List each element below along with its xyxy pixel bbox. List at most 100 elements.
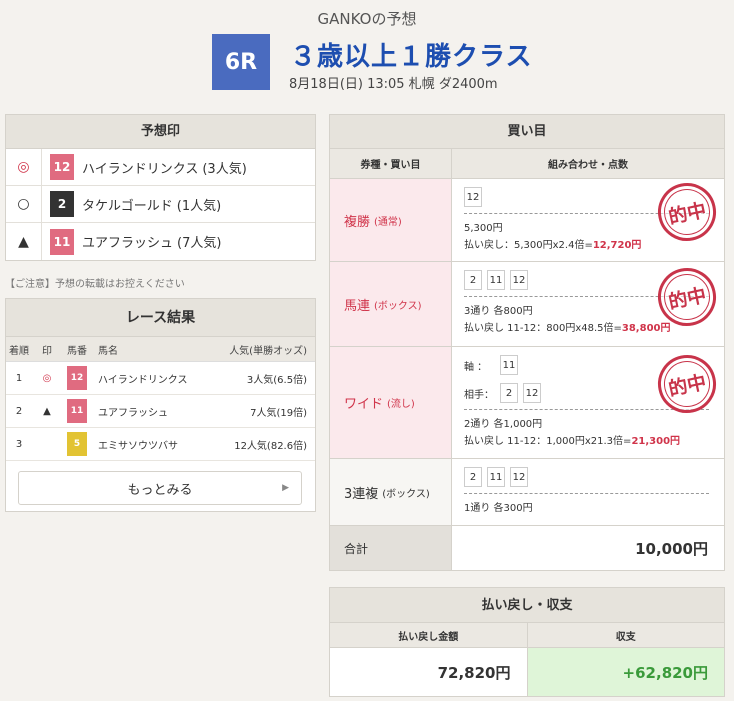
summary-values: 72,820円 +62,820円 bbox=[330, 648, 724, 696]
bet-count: 2通り 各1,000円 bbox=[464, 419, 543, 430]
bet-type-sub: (ボックス) bbox=[382, 488, 430, 500]
summary-header: 払い戻し金額 収支 bbox=[330, 623, 724, 648]
prediction-title: 予想印 bbox=[6, 115, 315, 149]
horse-popularity: 12人気(82.6倍) bbox=[234, 440, 307, 452]
bet-type: 複勝 (通常) bbox=[330, 179, 452, 261]
bet-number: 12 bbox=[510, 270, 528, 290]
horse-number: 11 bbox=[50, 228, 74, 255]
bet-number: 2 bbox=[464, 270, 482, 290]
bet-number: 12 bbox=[510, 467, 528, 487]
bet-row-sanrenpuku: 3連複 (ボックス) 2 11 12 1通り 各300円 bbox=[330, 459, 724, 526]
race-number-badge: 6R bbox=[212, 34, 270, 90]
bet-type-label: 複勝 bbox=[344, 214, 371, 230]
horse-number: 2 bbox=[50, 191, 74, 217]
horse-number: 5 bbox=[67, 432, 87, 456]
bet-number: 11 bbox=[500, 355, 518, 375]
bet-row-fukusho: 複勝 (通常) 12 5,300円 払い戻し：5,300円x2.4倍=12,72… bbox=[330, 177, 724, 262]
bet-number: 11 bbox=[487, 467, 505, 487]
bet-number: 11 bbox=[487, 270, 505, 290]
triangle-mark: ▲ bbox=[6, 223, 42, 260]
race-title: ３歳以上１勝クラス bbox=[290, 42, 533, 72]
bet-detail: 12 5,300円 払い戻し：5,300円x2.4倍=12,720円 的中 bbox=[452, 177, 724, 261]
bet-number: 2 bbox=[464, 467, 482, 487]
bet-detail: 軸 ： 11 相手： 2 12 2通り 各1,000円 払い戻し 11-12：1,… bbox=[452, 347, 724, 458]
more-button-label: もっとみる bbox=[127, 482, 193, 498]
total-row: 合計 10,000円 bbox=[330, 526, 724, 570]
col-return-amount: 払い戻し金額 bbox=[330, 623, 528, 647]
col-combination: 組み合わせ・点数 bbox=[548, 160, 628, 171]
rank: 3 bbox=[15, 438, 23, 450]
return-summary-panel: 払い戻し・収支 払い戻し金額 収支 72,820円 +62,820円 bbox=[329, 587, 725, 697]
bet-number: 12 bbox=[464, 187, 482, 207]
col-mark: 印 bbox=[42, 345, 52, 357]
horse-name: ハイランドリンクス bbox=[98, 374, 188, 386]
race-result-panel: レース結果 着順 印 馬番 馬名 人気(単勝オッズ) 1 ◎ 12 ハイランドリ… bbox=[5, 298, 316, 512]
horse-popularity: 7人気(19倍) bbox=[250, 407, 307, 419]
double-circle-mark: ◎ bbox=[6, 149, 42, 185]
bet-number: 12 bbox=[523, 383, 541, 403]
total-value: 10,000円 bbox=[635, 539, 708, 558]
caution-note: 【ご注意】予想の転載はお控えください bbox=[5, 279, 185, 290]
horse-popularity: 3人気(6.5倍) bbox=[246, 374, 307, 386]
table-row: 3 5 エミサソウツバサ 12人気(82.6倍) bbox=[6, 428, 315, 461]
bets-table-header: 券種・買い目 組み合わせ・点数 bbox=[330, 149, 724, 179]
axis-label: 軸 ： bbox=[464, 361, 488, 373]
result-table-header: 着順 印 馬番 馬名 人気(単勝オッズ) bbox=[6, 337, 315, 362]
prediction-row: ▲ 11 ユアフラッシュ (7人気) bbox=[6, 223, 315, 260]
bet-type: 3連複 (ボックス) bbox=[330, 459, 452, 525]
more-button[interactable]: もっとみる ▶ bbox=[18, 471, 302, 505]
return-amount: 72,820円 bbox=[330, 648, 528, 696]
bet-type-label: 3連複 bbox=[344, 486, 379, 502]
bet-return: 払い戻し 11-12：1,000円x21.3倍=21,300円 bbox=[464, 436, 681, 447]
bet-type: ワイド (流し) bbox=[330, 347, 452, 458]
horse-name: エミサソウツバサ bbox=[98, 440, 178, 452]
col-bet-type: 券種・買い目 bbox=[330, 149, 452, 178]
bets-panel: 買い目 券種・買い目 組み合わせ・点数 複勝 (通常) 12 5,300円 払い… bbox=[329, 114, 725, 571]
horse-number: 12 bbox=[50, 154, 74, 180]
double-circle-mark: ◎ bbox=[42, 372, 52, 384]
bets-title: 買い目 bbox=[330, 115, 724, 149]
horse-name: ハイランドリンクス bbox=[82, 161, 199, 177]
bet-type-sub: (ボックス) bbox=[374, 300, 422, 312]
col-popularity: 人気(単勝オッズ) bbox=[229, 345, 307, 357]
bet-type-label: 馬連 bbox=[344, 298, 371, 314]
bet-detail: 2 11 12 3通り 各800円 払い戻し 11-12：800円x48.5倍=38… bbox=[452, 262, 724, 346]
horse-popularity: (1人気) bbox=[176, 198, 222, 214]
partner-label: 相手： bbox=[464, 389, 494, 401]
prediction-panel: 予想印 ◎ 12 ハイランドリンクス (3人気) ○ 2 タケルゴールド (1人… bbox=[5, 114, 316, 261]
horse-name: ユアフラッシュ bbox=[98, 407, 168, 419]
horse-name: ユアフラッシュ bbox=[82, 236, 174, 251]
horse-number: 12 bbox=[67, 366, 87, 390]
horse-number: 11 bbox=[67, 399, 87, 423]
race-info: 8月18日(日) 13:05 札幌 ダ2400m bbox=[289, 77, 498, 92]
bet-detail: 2 11 12 1通り 各300円 bbox=[452, 459, 724, 525]
divider bbox=[464, 493, 709, 494]
rank: 1 bbox=[15, 372, 23, 384]
rank: 2 bbox=[15, 405, 23, 417]
prediction-row: ○ 2 タケルゴールド (1人気) bbox=[6, 186, 315, 223]
horse-name: タケルゴールド bbox=[82, 198, 173, 214]
bet-number: 2 bbox=[500, 383, 518, 403]
table-row: 1 ◎ 12 ハイランドリンクス 3人気(6.5倍) bbox=[6, 362, 315, 395]
predictor-name: GANKOの予想 bbox=[317, 10, 417, 28]
horse-popularity: (7人気) bbox=[177, 236, 222, 251]
bet-type-label: ワイド bbox=[344, 397, 384, 412]
bet-type: 馬連 (ボックス) bbox=[330, 262, 452, 346]
triangle-mark: ▲ bbox=[43, 405, 51, 417]
table-row: 2 ▲ 11 ユアフラッシュ 7人気(19倍) bbox=[6, 395, 315, 428]
chevron-right-icon: ▶ bbox=[282, 483, 289, 493]
col-name: 馬名 bbox=[98, 345, 118, 357]
bet-count: 1通り 各300円 bbox=[464, 503, 533, 514]
bet-row-umaren: 馬連 (ボックス) 2 11 12 3通り 各800円 払い戻し 11-12：800… bbox=[330, 262, 724, 347]
profit-amount: +62,820円 bbox=[527, 648, 724, 696]
col-num: 馬番 bbox=[67, 345, 87, 357]
summary-title: 払い戻し・収支 bbox=[330, 588, 724, 623]
circle-mark: ○ bbox=[6, 186, 42, 222]
race-result-title: レース結果 bbox=[6, 299, 315, 337]
col-rank: 着順 bbox=[9, 345, 29, 357]
prediction-row: ◎ 12 ハイランドリンクス (3人気) bbox=[6, 149, 315, 186]
bet-type-sub: (流し) bbox=[387, 399, 415, 410]
total-label: 合計 bbox=[330, 526, 452, 570]
bet-type-sub: (通常) bbox=[374, 216, 402, 228]
horse-popularity: (3人気) bbox=[202, 161, 247, 177]
